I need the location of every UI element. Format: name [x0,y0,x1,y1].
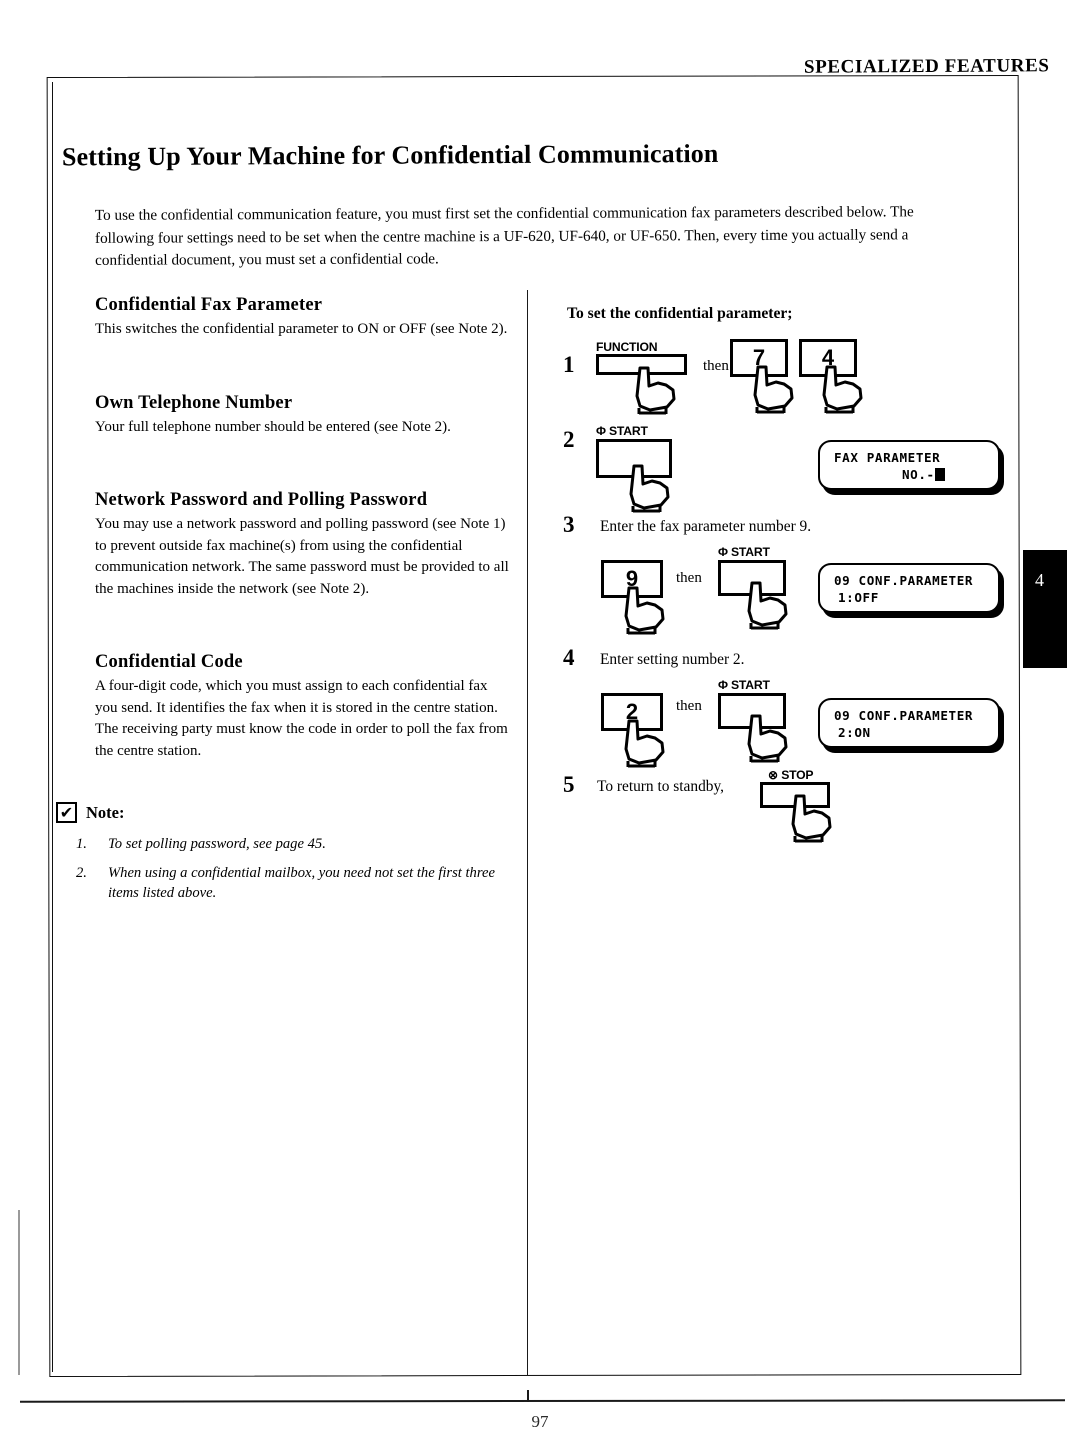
lcd-line-1: 09 CONF.PARAMETER [834,573,974,588]
key-face [718,693,786,729]
step-text-5: To return to standby, [597,778,725,795]
then-label-step3: then [676,570,702,586]
section-body: You may use a network password and polli… [95,516,509,597]
key-cap-label: Φ START [718,545,770,559]
list-item-number: 2. [76,865,87,881]
key-face: 9 [601,560,663,598]
page-content: Setting Up Your Machine for Confidential… [0,0,1080,1450]
section-body: A four-digit code, which you must assign… [95,678,508,759]
step-number-5: 5 [563,772,575,797]
procedure-heading: To set the confidential parameter; [567,305,793,322]
intro-paragraph: To use the confidential communication fe… [94,203,914,269]
note-label: Note: [86,802,125,822]
key-face: 4 [799,339,857,377]
list-item-text: When using a confidential mailbox, you n… [108,865,495,901]
lcd-display-step2: FAX PARAMETER NO.- [818,440,1000,490]
step-number-4: 4 [563,645,575,670]
key-cap-label: Φ START [596,424,648,438]
footer-center-tick [527,1390,529,1402]
note-block: ✔ Note: 1. To set polling password, see … [56,802,526,912]
key-face [760,782,830,808]
checkmark-icon: ✔ [56,802,77,823]
section-confidential-fax-parameter: Confidential Fax Parameter This switches… [95,295,510,341]
section-body: Your full telephone number should be ent… [95,419,451,435]
key-cap-label: FUNCTION [596,340,658,354]
section-heading: Network Password and Polling Password [95,490,428,510]
then-label-step1: then [703,358,729,374]
step-number-3: 3 [563,512,575,537]
key-face [596,439,672,478]
key-face: 7 [730,339,788,377]
section-own-telephone-number: Own Telephone Number Your full telephone… [95,393,510,439]
lcd-cursor-block [934,468,945,481]
page-number: 97 [531,1412,549,1431]
lcd-line-2: 1:OFF [838,590,879,605]
lcd-line-2: NO.- [834,466,998,483]
key-cap-label: Φ START [718,678,770,692]
list-item-number: 1. [76,836,87,852]
section-body: This switches the confidential parameter… [95,321,508,337]
key-cap-label: ⊗ STOP [768,768,814,782]
lcd-line-1: FAX PARAMETER [834,450,941,465]
step-text-3: Enter the fax parameter number 9. [600,518,812,535]
section-confidential-code: Confidential Code A four-digit code, whi… [95,652,510,762]
section-heading: Confidential Code [95,652,243,672]
section-heading: Confidential Fax Parameter [95,295,323,315]
list-item-text: To set polling password, see page 45. [108,836,326,852]
then-label-step4: then [676,698,702,714]
step-number-2: 2 [563,427,575,452]
section-network-password: Network Password and Polling Password Yo… [95,490,510,600]
list-item: 1. To set polling password, see page 45. [56,834,526,854]
note-list: 1. To set polling password, see page 45.… [56,834,526,903]
page-title: Setting Up Your Machine for Confidential… [61,138,719,172]
key-face: 2 [601,693,663,731]
lcd-display-step4: 09 CONF.PARAMETER 2:ON [818,698,1000,748]
step-number-1: 1 [563,352,575,377]
lcd-line-1: 09 CONF.PARAMETER [834,708,974,723]
key-face [718,560,786,596]
step-text-4: Enter setting number 2. [600,651,745,668]
section-heading: Own Telephone Number [95,393,293,413]
key-face [596,354,687,375]
lcd-line-2: 2:ON [838,725,871,740]
list-item: 2. When using a confidential mailbox, yo… [56,863,526,903]
lcd-display-step3: 09 CONF.PARAMETER 1:OFF [818,563,1000,613]
note-header: ✔ Note: [56,802,526,823]
